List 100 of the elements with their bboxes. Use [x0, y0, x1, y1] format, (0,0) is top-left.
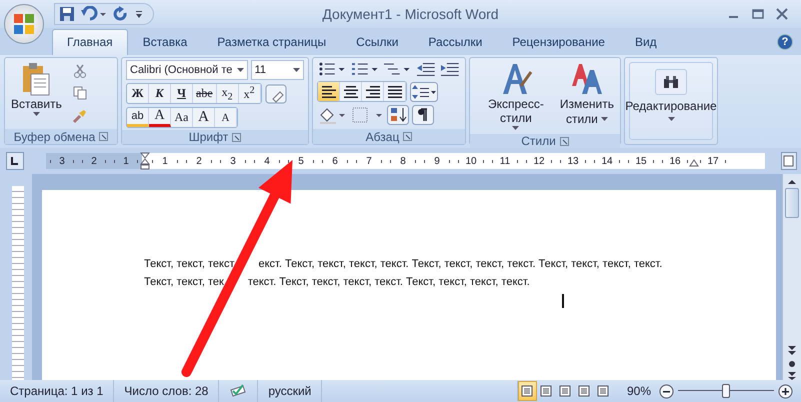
group-label: Абзац	[366, 130, 400, 144]
dialog-launcher-icon[interactable]	[403, 132, 412, 141]
caret-icon	[32, 112, 40, 116]
numbering-icon[interactable]	[350, 60, 380, 78]
word-count[interactable]: Число слов: 28	[114, 380, 220, 402]
ribbon-tab[interactable]: Вид	[620, 30, 672, 55]
tab-selector-icon[interactable]	[6, 152, 24, 170]
copy-icon[interactable]	[72, 85, 88, 102]
format-button[interactable]: Ч	[171, 84, 193, 103]
eraser-icon[interactable]	[264, 84, 287, 104]
scroll-up-icon[interactable]	[786, 178, 798, 186]
proofing-icon[interactable]	[229, 384, 248, 398]
align-button[interactable]	[318, 82, 340, 101]
align-icon	[388, 86, 402, 98]
zoom-out-icon[interactable]	[659, 384, 674, 398]
decrease-indent-icon[interactable]	[414, 60, 436, 78]
language-indicator[interactable]: русский	[258, 380, 322, 402]
style-button[interactable]: A	[215, 108, 237, 127]
change-styles-button[interactable]: Изменить стили	[558, 60, 616, 128]
zoom-slider[interactable]	[678, 384, 774, 398]
customize-icon[interactable]	[135, 9, 143, 19]
body-text: Текст, текст, текст	[144, 258, 234, 270]
ruler-number: 3	[229, 156, 237, 166]
caret-icon	[236, 68, 244, 72]
slider-thumb[interactable]	[722, 384, 730, 398]
ruler-number: 2	[195, 156, 203, 166]
binoculars-icon	[662, 75, 680, 89]
undo-icon[interactable]	[81, 6, 107, 22]
font-name-field[interactable]: Calibri (Основной те	[126, 60, 248, 80]
caret-icon	[293, 68, 300, 72]
format-button[interactable]: x$^{2}$	[238, 84, 261, 103]
browse-buttons-icon[interactable]	[786, 344, 798, 380]
view-ruler-icon[interactable]	[781, 152, 797, 170]
format-button[interactable]: x$_{2}$	[216, 84, 239, 103]
format-button[interactable]: К	[149, 84, 171, 103]
format-button[interactable]: abe	[193, 84, 217, 103]
dialog-launcher-icon[interactable]	[99, 132, 108, 141]
clipboard-icon	[21, 62, 52, 96]
window-title: Документ1 - Microsoft Word	[322, 6, 499, 22]
office-logo-icon	[11, 11, 37, 37]
ruler-number: 10	[464, 156, 478, 166]
ruler-number: 12	[532, 156, 546, 166]
style-button[interactable]: A	[149, 108, 171, 127]
paste-button[interactable]: Вставить	[9, 60, 64, 127]
dialog-launcher-icon[interactable]	[232, 132, 242, 142]
ruler-number: 6	[331, 156, 339, 166]
zoom-level[interactable]: 90%	[612, 384, 659, 398]
line-spacing-icon[interactable]	[410, 82, 438, 102]
group-label: Стили	[521, 134, 556, 148]
format-button[interactable]: Ж	[127, 84, 149, 103]
body-text: текст. Текст, текст, текст, текст. Текст, текст, текст, текст.	[248, 276, 530, 288]
ribbon-tab[interactable]: Вставка	[128, 30, 202, 55]
zoom-in-icon[interactable]	[778, 384, 793, 398]
pilcrow-icon[interactable]	[412, 105, 434, 125]
page-icon	[520, 385, 534, 397]
ruler-number: 15	[634, 156, 648, 166]
align-icon	[366, 86, 380, 98]
view-button[interactable]	[518, 381, 537, 401]
ribbon-tab[interactable]: Разметка страницы	[202, 30, 342, 55]
quick-styles-button[interactable]: Экспресс-стили	[474, 60, 558, 132]
sort-icon[interactable]	[387, 105, 409, 125]
body-text: екст. Текст, текст, текст, текст. Текст, текст, текст, текст. Текст, текст, текст, текст.	[258, 258, 662, 270]
ruler-number: 14	[600, 156, 614, 166]
increase-indent-icon[interactable]	[439, 60, 461, 78]
page-icon	[558, 385, 572, 397]
redo-icon[interactable]	[113, 6, 129, 22]
indent-marker-icon[interactable]	[689, 158, 699, 166]
page-count[interactable]: Страница: 1 из 1	[0, 380, 114, 402]
ruler-number: 4	[263, 156, 271, 166]
group-label: Буфер обмена	[14, 130, 96, 144]
group-label: Шрифт	[188, 130, 228, 144]
ruler-number: 13	[566, 156, 580, 166]
indent-marker-icon[interactable]	[140, 152, 150, 170]
ruler-number: 11	[498, 156, 512, 166]
style-button[interactable]: Aa	[171, 108, 193, 127]
letters-icon	[570, 62, 604, 96]
ribbon-tab[interactable]: Ссылки	[341, 30, 414, 55]
ruler-number: 7	[365, 156, 373, 166]
ribbon-tab[interactable]: Рассылки	[413, 30, 498, 55]
ruler-number: 16	[668, 156, 682, 166]
brush-icon[interactable]	[72, 108, 88, 124]
scroll-thumb[interactable]	[785, 188, 799, 218]
page-icon	[596, 385, 610, 397]
close-icon[interactable]	[775, 7, 789, 21]
scissors-icon[interactable]	[72, 63, 88, 80]
font-size-field[interactable]: 11	[250, 60, 304, 80]
save-icon[interactable]	[59, 6, 75, 22]
text-cursor	[562, 294, 564, 308]
bullets-icon[interactable]	[317, 60, 347, 78]
align-icon	[344, 86, 358, 98]
vertical-scrollbar[interactable]	[782, 174, 801, 380]
ribbon-tab[interactable]: Главная	[52, 29, 128, 55]
ribbon-tab[interactable]: Рецензирование	[497, 30, 620, 55]
style-button[interactable]: A	[193, 108, 215, 127]
maximize-icon[interactable]	[751, 7, 765, 21]
dialog-launcher-icon[interactable]	[560, 136, 569, 146]
help-button[interactable]: ?	[777, 34, 793, 50]
office-button[interactable]	[4, 4, 44, 44]
page-icon	[577, 385, 592, 397]
style-button[interactable]: ab	[127, 108, 149, 127]
